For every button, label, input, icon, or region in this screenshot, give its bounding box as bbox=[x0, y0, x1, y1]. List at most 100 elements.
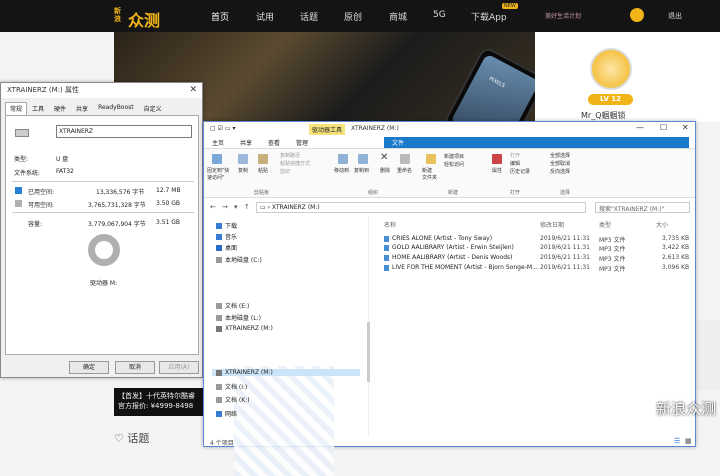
select-none-button[interactable]: 全部取消 bbox=[550, 160, 570, 167]
delete-icon[interactable]: ✕ bbox=[380, 152, 388, 163]
tab-share[interactable]: 共享 bbox=[232, 137, 260, 148]
username[interactable]: Mr_Q蝈蝈锁 bbox=[581, 110, 626, 121]
new-folder-icon[interactable] bbox=[426, 154, 436, 164]
file-row[interactable]: HOME AALIBRARY (Artist - Denis Woods) bbox=[384, 254, 689, 261]
address-bar[interactable]: ▭ › XTRAINERZ (M:) bbox=[256, 202, 586, 213]
nav-5g[interactable]: 5G bbox=[433, 10, 446, 20]
file-row[interactable]: GOLD AALIBRARY (Artist - Erwin Steijlen) bbox=[384, 244, 689, 251]
nav-trial[interactable]: 试用 bbox=[256, 10, 274, 23]
quick-access-toolbar[interactable]: ▢ ☑ ▭ ▾ bbox=[210, 125, 235, 132]
tab-general[interactable]: 常规 bbox=[5, 102, 28, 115]
chevron-down-icon[interactable]: ▾ bbox=[234, 203, 238, 211]
nav-drive-l[interactable]: 本地磁盘 (L:) bbox=[216, 313, 261, 322]
tab-view[interactable]: 查看 bbox=[260, 137, 288, 148]
column-date[interactable]: 修改日期 bbox=[540, 220, 564, 229]
column-type[interactable]: 类型 bbox=[599, 220, 611, 229]
maximize-icon[interactable]: ☐ bbox=[660, 123, 667, 132]
nav-topic[interactable]: 话题 bbox=[300, 10, 318, 23]
ok-button[interactable]: 确定 bbox=[69, 361, 109, 374]
user-avatar[interactable] bbox=[590, 48, 632, 90]
tab-customize[interactable]: 自定义 bbox=[139, 102, 167, 115]
details-view-icon[interactable]: ☰ bbox=[674, 437, 680, 445]
apply-button[interactable]: 应用(A) bbox=[159, 361, 199, 374]
nav-network[interactable]: 网络 bbox=[216, 409, 237, 418]
rename-icon[interactable] bbox=[400, 154, 410, 164]
up-icon[interactable]: ↑ bbox=[244, 203, 250, 211]
column-name[interactable]: 名称 bbox=[384, 220, 396, 229]
nav-music[interactable]: 音乐 bbox=[216, 232, 237, 241]
tab-tools[interactable]: 工具 bbox=[27, 102, 49, 115]
forward-icon[interactable]: → bbox=[222, 203, 228, 211]
copy-to-button[interactable]: 复制到 bbox=[354, 167, 369, 174]
nav-downloads[interactable]: 下载 bbox=[216, 221, 237, 230]
tab-file[interactable]: 文件 bbox=[384, 137, 689, 148]
logo-small: 新浪 bbox=[114, 7, 121, 23]
promo-ad[interactable]: 【首发】十代英特尔酷睿 官方报价: ¥4999-8498 bbox=[114, 388, 204, 416]
pin-button[interactable]: 固定到"快速访问" bbox=[207, 167, 233, 181]
nav-drive-c[interactable]: 本地磁盘 (C:) bbox=[216, 255, 262, 264]
nav-download-app[interactable]: 下载App bbox=[471, 10, 507, 23]
select-all-button[interactable]: 全部选择 bbox=[550, 152, 570, 159]
logout-link[interactable]: 退出 bbox=[668, 11, 682, 21]
search-input[interactable]: 搜索"XTRAINERZ (M:)" bbox=[595, 202, 690, 213]
move-to-button[interactable]: 移动到 bbox=[334, 167, 349, 174]
history-button[interactable]: 历史记录 bbox=[510, 168, 530, 175]
nav-drive-e[interactable]: 文档 (E:) bbox=[216, 301, 249, 310]
properties-icon[interactable] bbox=[492, 154, 502, 164]
nav-original[interactable]: 原创 bbox=[344, 10, 362, 23]
open-button[interactable]: 打开 bbox=[510, 152, 520, 159]
file-row[interactable]: CRIES ALONE (Artist - Tony Sway) bbox=[384, 235, 689, 242]
tab-sharing[interactable]: 共享 bbox=[71, 102, 93, 115]
file-type: MP3 文件 bbox=[599, 256, 626, 263]
drive-icon bbox=[216, 383, 222, 390]
file-row[interactable]: LIVE FOR THE MOMENT (Artist - Bjorn Song… bbox=[384, 264, 689, 271]
delete-button[interactable]: 删除 bbox=[380, 167, 390, 174]
paste-shortcut-button[interactable]: 粘贴快捷方式 bbox=[280, 160, 310, 167]
topbar-avatar[interactable] bbox=[630, 8, 644, 22]
tiles-view-icon[interactable]: ▦ bbox=[685, 437, 692, 445]
brand-plan[interactable]: 美好生活计划 bbox=[545, 11, 581, 20]
copy-to-icon[interactable] bbox=[358, 154, 368, 164]
tab-manage[interactable]: 管理 bbox=[288, 137, 316, 148]
tab-readyboost[interactable]: ReadyBoost bbox=[93, 102, 139, 115]
ribbon: 固定到"快速访问" 复制 粘贴 复制路径 粘贴快捷方式 剪切 剪贴板 移动到 复… bbox=[204, 148, 695, 198]
used-size: 12.7 MB bbox=[156, 187, 181, 194]
nav-mall[interactable]: 商城 bbox=[389, 10, 407, 23]
column-size[interactable]: 大小 bbox=[656, 220, 668, 229]
cut-button[interactable]: 剪切 bbox=[280, 168, 290, 175]
easy-access-button[interactable]: 轻松访问 bbox=[444, 161, 464, 168]
nav-drive-m[interactable]: XTRAINERZ (M:) bbox=[216, 325, 273, 332]
drive-name-input[interactable]: XTRAINERZ bbox=[56, 125, 192, 138]
nav-scrollbar[interactable] bbox=[367, 322, 370, 382]
move-to-icon[interactable] bbox=[338, 154, 348, 164]
tab-hardware[interactable]: 硬件 bbox=[49, 102, 71, 115]
invert-selection-button[interactable]: 反向选择 bbox=[550, 168, 570, 175]
pin-icon[interactable] bbox=[212, 154, 222, 164]
copy-path-button[interactable]: 复制路径 bbox=[280, 152, 300, 159]
nav-drive-k[interactable]: 文档 (K:) bbox=[216, 395, 250, 404]
nav-desktop[interactable]: 桌面 bbox=[216, 243, 237, 252]
site-logo[interactable]: 新浪 众测 bbox=[114, 7, 160, 31]
tab-home[interactable]: 主页 bbox=[204, 137, 232, 148]
back-icon[interactable]: ← bbox=[210, 203, 216, 211]
close-icon[interactable]: ✕ bbox=[682, 123, 689, 132]
paste-button[interactable]: 粘贴 bbox=[258, 167, 268, 174]
side-widget[interactable] bbox=[697, 320, 720, 390]
navigation-pane: 下载 音乐 桌面 本地磁盘 (C:) 文档 (E:) 本地磁盘 (L:) XTR… bbox=[204, 216, 369, 476]
copy-button[interactable]: 复制 bbox=[238, 167, 248, 174]
new-item-button[interactable]: 新建项目 bbox=[444, 153, 464, 160]
minimize-icon[interactable]: — bbox=[636, 123, 644, 132]
properties-button[interactable]: 属性 bbox=[492, 167, 502, 174]
rename-button[interactable]: 重命名 bbox=[397, 167, 412, 174]
nav-home[interactable]: 首页 bbox=[211, 10, 229, 23]
nav-drive-i[interactable]: 文档 (I:) bbox=[216, 382, 247, 391]
cancel-button[interactable]: 取消 bbox=[115, 361, 155, 374]
drive-tools-tab[interactable]: 驱动器工具 bbox=[309, 124, 346, 135]
copy-icon[interactable] bbox=[238, 154, 248, 164]
paste-icon[interactable] bbox=[258, 154, 268, 164]
close-icon[interactable]: ✕ bbox=[189, 83, 197, 98]
edit-button[interactable]: 编辑 bbox=[510, 160, 520, 167]
new-folder-button[interactable]: 新建 文件夹 bbox=[422, 167, 437, 181]
nav-label: XTRAINERZ (M:) bbox=[225, 369, 273, 376]
nav-drive-m-selected[interactable]: XTRAINERZ (M:) bbox=[212, 369, 360, 376]
